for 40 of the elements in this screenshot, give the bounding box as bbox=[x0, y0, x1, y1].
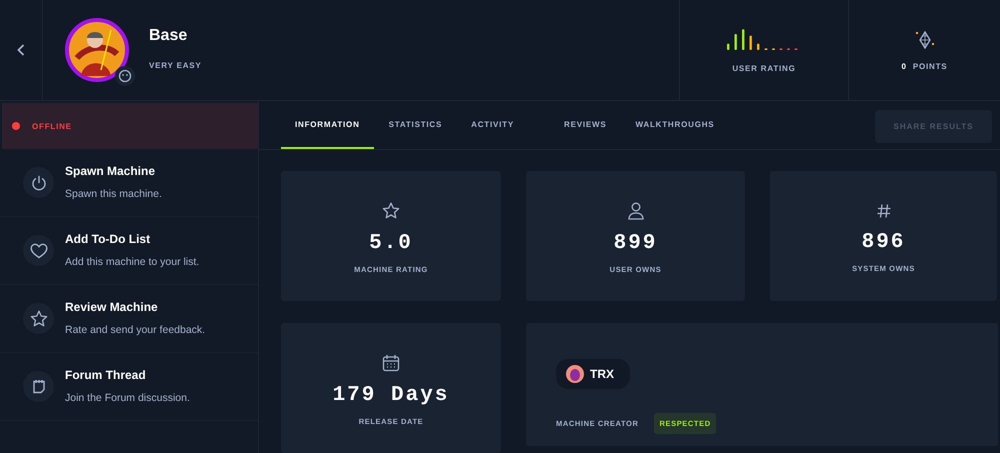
sidebar-item[interactable]: Add To-Do List Add this machine to your list. bbox=[0, 217, 258, 285]
back-icon[interactable] bbox=[17, 44, 25, 56]
item-title: Add To-Do List bbox=[65, 232, 152, 246]
note-icon bbox=[30, 378, 46, 394]
item-description: Spawn this machine. bbox=[65, 188, 162, 200]
status-label: OFFLINE bbox=[32, 122, 72, 130]
item-title: Review Machine bbox=[65, 300, 159, 314]
item-title: Forum Thread bbox=[65, 368, 147, 382]
tab[interactable]: STATISTICS bbox=[374, 101, 456, 149]
stat-value: 5.0 bbox=[369, 232, 413, 255]
globe-diamond-icon bbox=[916, 30, 934, 50]
stat-value: 896 bbox=[862, 231, 906, 254]
tab[interactable]: WALKTHROUGHS bbox=[622, 101, 728, 149]
star-icon bbox=[30, 310, 48, 328]
item-description: Join the Forum discussion. bbox=[65, 392, 190, 404]
user-rating-label: USER RATING bbox=[732, 64, 796, 72]
tab[interactable]: REVIEWS bbox=[550, 101, 620, 149]
calendar-icon bbox=[382, 354, 400, 372]
item-description: Rate and send your feedback. bbox=[65, 324, 206, 336]
points-label: POINTS bbox=[912, 62, 948, 70]
stat-value: 899 bbox=[614, 232, 658, 255]
creator-chip[interactable]: TRX bbox=[556, 359, 630, 389]
points-value: 0 bbox=[902, 62, 907, 70]
item-title: Spawn Machine bbox=[65, 164, 156, 178]
star-icon bbox=[382, 202, 400, 220]
item-description: Add this machine to your list. bbox=[65, 256, 200, 268]
power-icon bbox=[30, 174, 46, 190]
tab[interactable]: ACTIVITY bbox=[457, 101, 528, 149]
sidebar-item[interactable]: Forum Thread Join the Forum discussion. bbox=[0, 353, 258, 421]
sidebar-item[interactable]: Review Machine Rate and send your feedback. bbox=[0, 285, 258, 353]
difficulty-label: VERY EASY bbox=[149, 61, 202, 70]
sidebar-item[interactable]: Spawn Machine Spawn this machine. bbox=[0, 149, 258, 217]
tab[interactable]: INFORMATION bbox=[281, 101, 374, 149]
hash-icon bbox=[876, 203, 892, 219]
heart-icon bbox=[30, 242, 48, 258]
stat-value: 179 Days bbox=[332, 384, 450, 407]
seal-icon bbox=[115, 66, 135, 86]
machine-name: Base bbox=[149, 27, 188, 45]
avatar-icon bbox=[566, 365, 584, 383]
user-icon bbox=[628, 202, 644, 220]
